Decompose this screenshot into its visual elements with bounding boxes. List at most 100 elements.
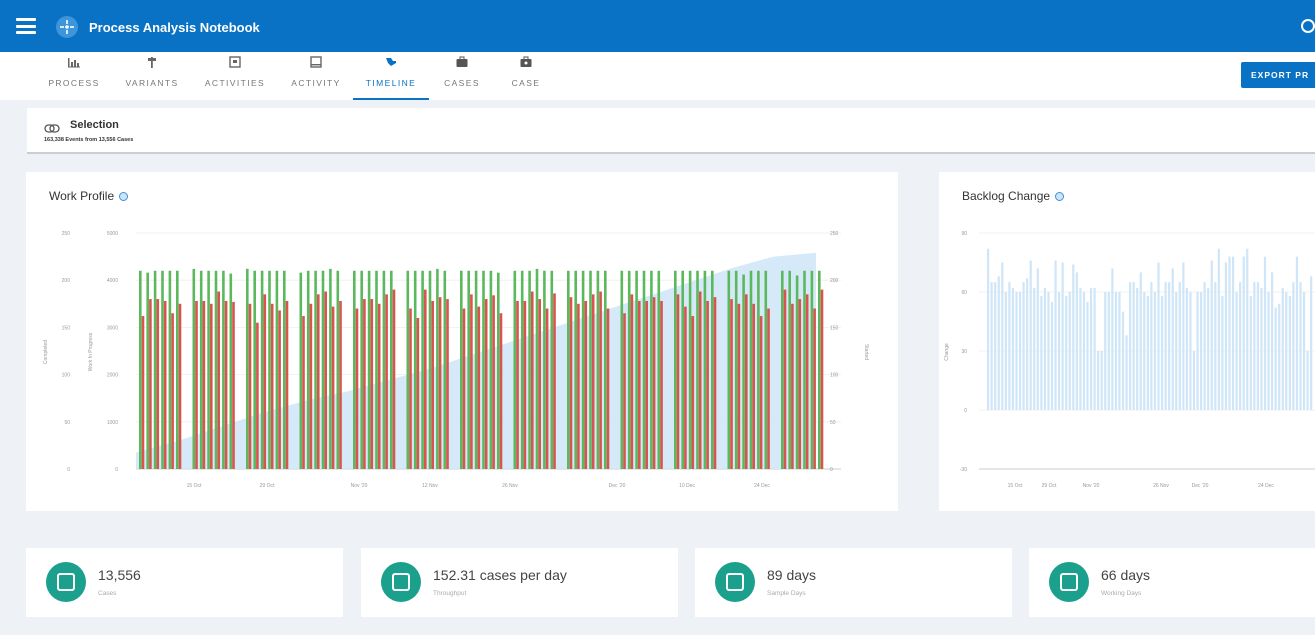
tab-cases[interactable]: CASES bbox=[440, 52, 484, 100]
change-bar bbox=[1249, 295, 1252, 410]
completed-bar bbox=[171, 313, 174, 469]
completed-bar bbox=[331, 306, 335, 469]
started-bar bbox=[467, 270, 470, 469]
completed-bar bbox=[210, 303, 213, 469]
change-bar bbox=[1061, 262, 1064, 410]
change-bar bbox=[1196, 292, 1199, 410]
change-bar bbox=[1185, 288, 1188, 410]
started-bar bbox=[535, 268, 539, 469]
work-profile-chart: 0 0 0 50 1000 50 100 2000 100 150 3000 150 200 4000 20… bbox=[43, 231, 869, 489]
tab-process[interactable]: PROCESS bbox=[45, 52, 103, 100]
started-bar bbox=[482, 270, 485, 469]
change-bar bbox=[1011, 288, 1015, 410]
x-tick-label: Dec '20 bbox=[1192, 483, 1209, 489]
change-bar bbox=[1089, 288, 1093, 410]
completed-bar bbox=[652, 297, 656, 469]
change-bar bbox=[1082, 292, 1086, 410]
started-bar bbox=[214, 270, 218, 469]
stat-value: 13,556 bbox=[98, 567, 141, 583]
y-axis-label: Change bbox=[944, 343, 950, 361]
completed-bar bbox=[630, 294, 634, 469]
change-bar bbox=[1310, 276, 1313, 410]
change-bar bbox=[990, 282, 993, 410]
middle-tick-label: 3000 bbox=[107, 325, 118, 331]
completed-bar bbox=[202, 300, 206, 469]
started-bar bbox=[574, 270, 577, 469]
selection-title: Selection bbox=[70, 119, 119, 131]
completed-bar bbox=[737, 303, 741, 469]
x-tick-label: 24 Dec bbox=[754, 483, 770, 489]
change-bar bbox=[1260, 288, 1263, 410]
tab-variants[interactable]: VARIANTS bbox=[120, 52, 184, 100]
tab-case[interactable]: CASE bbox=[505, 52, 547, 100]
stat-value: 89 days bbox=[767, 567, 817, 583]
completed-bar bbox=[156, 299, 160, 469]
y-tick-label: 0 bbox=[964, 408, 967, 414]
completed-bar bbox=[263, 294, 267, 469]
started-bar bbox=[382, 270, 386, 469]
started-bar bbox=[443, 270, 447, 469]
started-bar bbox=[146, 272, 149, 469]
change-bar bbox=[1175, 292, 1178, 410]
signpost-icon bbox=[148, 57, 156, 68]
started-bar bbox=[253, 270, 256, 469]
menu-icon[interactable] bbox=[16, 18, 36, 34]
change-bar bbox=[1150, 282, 1153, 410]
tab-activity[interactable]: ACTIVITY bbox=[285, 52, 347, 100]
change-bar bbox=[1040, 295, 1043, 410]
started-bar bbox=[353, 270, 356, 469]
case-icon bbox=[520, 56, 532, 67]
change-bar bbox=[1143, 292, 1146, 410]
export-button[interactable]: EXPORT PR bbox=[1241, 62, 1315, 88]
started-bar bbox=[436, 268, 439, 469]
change-bar bbox=[1001, 262, 1004, 410]
completed-bar bbox=[553, 293, 556, 469]
completed-bar bbox=[409, 308, 412, 469]
completed-bar bbox=[745, 294, 748, 469]
change-bar bbox=[1139, 272, 1142, 410]
started-bar bbox=[367, 270, 371, 469]
completed-bar bbox=[224, 300, 228, 469]
top-app-bar: Process Analysis Notebook bbox=[0, 0, 1315, 52]
started-bar bbox=[642, 270, 646, 469]
completed-bar bbox=[377, 303, 381, 469]
bar-chart-icon bbox=[68, 58, 80, 68]
started-bar bbox=[336, 270, 340, 469]
x-tick-label: Nov '20 bbox=[1083, 483, 1100, 489]
completed-bar bbox=[759, 316, 763, 469]
stat-card-cases: 13,556 Cases bbox=[26, 548, 343, 617]
y-tick-label: 30 bbox=[961, 349, 967, 355]
change-bar bbox=[1192, 351, 1196, 410]
started-bar bbox=[413, 270, 417, 469]
tab-activities[interactable]: ACTIVITIES bbox=[200, 52, 270, 100]
change-bar bbox=[1043, 288, 1046, 410]
change-bar bbox=[1178, 282, 1181, 410]
tab-label: ACTIVITIES bbox=[204, 78, 266, 88]
change-bar bbox=[1221, 295, 1224, 410]
help-icon[interactable] bbox=[1301, 19, 1315, 33]
stat-label: Working Days bbox=[1101, 590, 1142, 597]
tab-label: CASE bbox=[511, 78, 541, 88]
change-bar bbox=[1235, 292, 1238, 410]
completed-bar bbox=[577, 303, 580, 469]
calendar-icon bbox=[715, 562, 755, 602]
change-bar bbox=[1160, 295, 1164, 410]
completed-bar bbox=[363, 299, 366, 469]
tab-timeline[interactable]: TIMELINE bbox=[353, 52, 429, 100]
completed-bar bbox=[569, 297, 573, 469]
change-bar bbox=[994, 282, 997, 410]
completed-bar bbox=[531, 291, 534, 469]
middle-tick-label: 2000 bbox=[107, 373, 118, 379]
change-bar bbox=[1231, 256, 1235, 410]
tab-bar: PROCESS VARIANTS ACTIVITIES ACTIVITY TIM… bbox=[0, 52, 1315, 100]
completed-bar bbox=[798, 299, 802, 469]
y-tick-label: 90 bbox=[961, 231, 967, 237]
change-bar bbox=[1256, 282, 1259, 410]
change-bar bbox=[1029, 260, 1032, 410]
completed-bar bbox=[232, 301, 235, 469]
link-icon bbox=[44, 124, 60, 133]
started-bar bbox=[329, 268, 332, 469]
change-bar bbox=[1004, 292, 1007, 410]
started-bar bbox=[589, 270, 592, 469]
change-bar bbox=[1164, 282, 1167, 410]
